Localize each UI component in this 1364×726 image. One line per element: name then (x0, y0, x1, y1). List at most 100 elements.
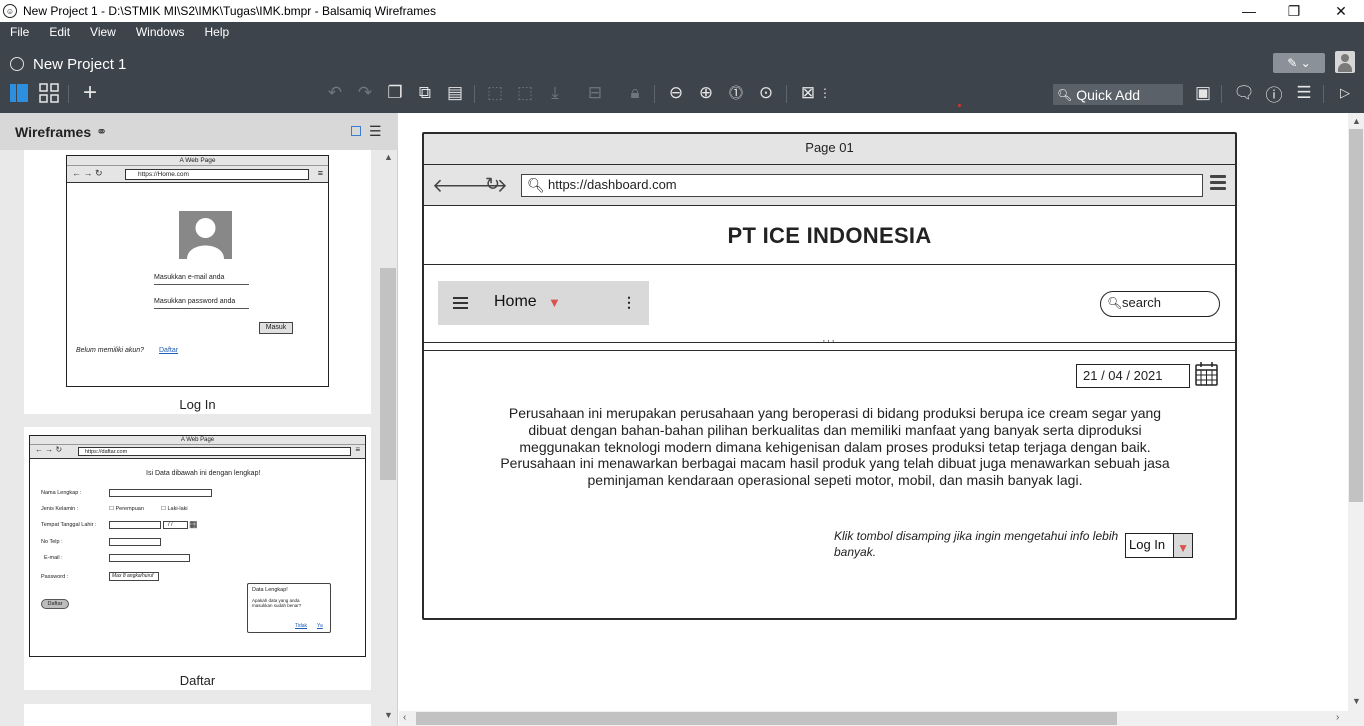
scroll-up-icon[interactable]: ▲ (384, 152, 393, 162)
login-button[interactable]: Log In ▼ (1125, 533, 1193, 558)
hamburger-icon (453, 297, 468, 309)
media-library-icon[interactable]: ▣ (1190, 80, 1216, 106)
redo-icon[interactable]: ↷ (352, 80, 378, 106)
copy-icon[interactable]: ❐ (382, 80, 408, 106)
arrange-icon[interactable]: ⤓ (542, 80, 568, 106)
scrollbar-thumb[interactable] (416, 712, 1117, 725)
menu-windows[interactable]: Windows (126, 22, 195, 44)
single-view-icon[interactable] (6, 80, 32, 106)
info-note: Klik tombol disamping jika ingin mengeta… (834, 529, 1119, 559)
balsamiq-app-icon: ☺ (3, 4, 17, 18)
wireframe-splitter[interactable]: ··· (424, 335, 1235, 351)
thumbnail-view-icon[interactable] (351, 126, 361, 136)
window-title-bar: ☺ New Project 1 - D:\STMIK MI\S2\IMK\Tug… (0, 0, 1364, 22)
add-icon[interactable]: + (77, 79, 103, 106)
scroll-up-icon[interactable]: ▲ (1352, 116, 1361, 126)
presentation-mode-icon[interactable]: ▷ (1332, 80, 1358, 106)
wireframe-page-title: Page 01 (424, 134, 1235, 165)
splitter-grip-icon: ··· (822, 335, 836, 347)
more-tools-icon[interactable]: ⋮ (819, 80, 831, 106)
menu-file[interactable]: File (0, 22, 39, 44)
menu-edit[interactable]: Edit (39, 22, 80, 44)
more-options-icon[interactable]: ⋮ (622, 294, 636, 311)
daftar-thumbnail: A Web Page ← → ↻ https://daftar.com ≡ Is… (29, 435, 366, 657)
wireframe-heading: PT ICE INDONESIA (424, 206, 1235, 265)
minimize-button[interactable]: — (1226, 0, 1272, 22)
wireframe-url-field[interactable]: 🔍︎ https://dashboard.com (521, 174, 1203, 197)
search-icon: 🔍︎ (527, 177, 545, 193)
sitemap-icon[interactable]: ⚭ (96, 124, 107, 140)
paste-icon[interactable]: ▤ (442, 80, 468, 106)
properties-icon[interactable]: ☰ (1291, 80, 1317, 106)
close-button[interactable]: ✕ (1318, 0, 1364, 22)
mini-menu-icon: ≡ (317, 168, 323, 178)
list-view-icon[interactable]: ☰ (369, 123, 382, 140)
wireframe-card-next[interactable] (24, 704, 371, 726)
menu-view[interactable]: View (80, 22, 126, 44)
forward-arrow-icon[interactable]: 🡒 (457, 174, 508, 198)
zoom-fit-icon[interactable]: ⊙ (753, 80, 779, 106)
scroll-left-icon[interactable]: ‹ (403, 712, 406, 723)
scroll-down-icon[interactable]: ▼ (384, 710, 393, 720)
mini-title: A Web Page (67, 156, 328, 166)
zoom-in-icon[interactable]: ⊕ (693, 80, 719, 106)
search-icon: 🔍︎ (1057, 87, 1073, 102)
mini-masuk-button: Masuk (259, 322, 293, 334)
canvas-vertical-scrollbar[interactable]: ▲ ▼ (1348, 113, 1364, 711)
group-icon[interactable]: ⬚ (482, 80, 508, 106)
restore-button[interactable]: ❐ (1271, 0, 1317, 22)
app-header: File Edit View Windows Help New Project … (0, 22, 1364, 113)
project-name[interactable]: New Project 1 (33, 56, 126, 73)
mini-dialog-title: Data Lengkap! (252, 587, 288, 593)
window-title: New Project 1 - D:\STMIK MI\S2\IMK\Tugas… (23, 4, 436, 18)
avatar-placeholder-icon (179, 211, 232, 259)
wireframe-url-text: https://dashboard.com (548, 177, 677, 192)
align-icon[interactable]: ⊟ (582, 80, 608, 106)
undo-icon[interactable]: ↶ (322, 80, 348, 106)
main-toolbar: + ↶ ↷ ❐ ⧉ ▤ ⬚ ⬚ ⤓ ⊟ 🔒︎ ⊖ ⊕ ⓵ ⊙ ⊠ ⋮ 🔍︎ Qu… (0, 79, 1364, 108)
edit-mode-button[interactable]: ✎ ⌄ (1273, 53, 1325, 73)
ungroup-icon[interactable]: ⬚ (512, 80, 538, 106)
wireframe-card-login[interactable]: A Web Page ← → ↻ https://Home.com ≡ Masu… (24, 150, 371, 414)
wireframe-browser-bar: 🡐 🡒 ↻ 🔍︎ https://dashboard.com (424, 165, 1235, 206)
scroll-down-icon[interactable]: ▼ (1352, 696, 1361, 706)
delete-icon[interactable]: ⊠ (795, 80, 821, 106)
mini-gender-male: ☐ Laki-laki (161, 506, 188, 512)
mini-label-email: E-mail : (44, 555, 63, 561)
grid-view-icon[interactable] (36, 80, 62, 106)
wireframe-menu-button[interactable]: Home ▼ ⋮ (438, 281, 649, 325)
quick-add-input[interactable]: 🔍︎ Quick Add (1053, 84, 1183, 105)
wireframes-scrollbar[interactable]: ▲ ▼ (380, 150, 396, 726)
wireframes-panel: Wireframes ⚭ ☰ A Web Page ← → ↻ https://… (0, 113, 398, 726)
mini-gender-female: ☐ Perempuan (109, 506, 144, 512)
wireframe-card-label: Log In (179, 397, 216, 412)
info-icon[interactable]: ⓘ (1261, 80, 1287, 106)
browser-menu-icon[interactable] (1210, 175, 1226, 191)
mini-calendar-icon: ▦ (189, 519, 198, 529)
user-avatar-icon[interactable] (1335, 51, 1355, 73)
menu-help[interactable]: Help (195, 22, 240, 44)
zoom-out-icon[interactable]: ⊖ (663, 80, 689, 106)
scrollbar-thumb[interactable] (1349, 129, 1363, 502)
zoom-actual-size-icon[interactable]: ⓵ (723, 80, 749, 106)
wireframe-card-daftar[interactable]: A Web Page ← → ↻ https://daftar.com ≡ Is… (24, 427, 371, 690)
lock-icon[interactable]: 🔒︎ (622, 80, 648, 106)
scrollbar-thumb[interactable] (380, 268, 396, 480)
wireframe-date-field[interactable]: 21 / 04 / 2021 (1076, 364, 1190, 388)
wireframe-search-field[interactable]: 🔍︎ search (1100, 291, 1220, 317)
menu-bar: File Edit View Windows Help (0, 22, 239, 44)
wireframes-panel-header: Wireframes ⚭ ☰ (0, 113, 398, 150)
login-button-label: Log In (1129, 537, 1166, 552)
mini-label-password: Password : (41, 574, 69, 580)
comments-icon[interactable]: 🗨︎ (1231, 80, 1257, 106)
canvas-horizontal-scrollbar[interactable]: ‹ › (399, 711, 1364, 726)
calendar-icon[interactable] (1195, 362, 1218, 386)
reload-icon[interactable]: ↻ (485, 174, 500, 195)
wireframe-browser-window[interactable]: Page 01 🡐 🡒 ↻ 🔍︎ https://dashboard.com P… (422, 132, 1237, 620)
mini-nav-icons: ← → ↻ (72, 168, 103, 178)
mini-dialog-no: Tidak (295, 623, 308, 629)
scroll-right-icon[interactable]: › (1336, 712, 1339, 723)
duplicate-icon[interactable]: ⧉ (412, 80, 438, 106)
company-description: Perusahaan ini merupakan perusahaan yang… (500, 405, 1170, 489)
mini-password-field: Max 8 angka/huruf (109, 572, 159, 581)
